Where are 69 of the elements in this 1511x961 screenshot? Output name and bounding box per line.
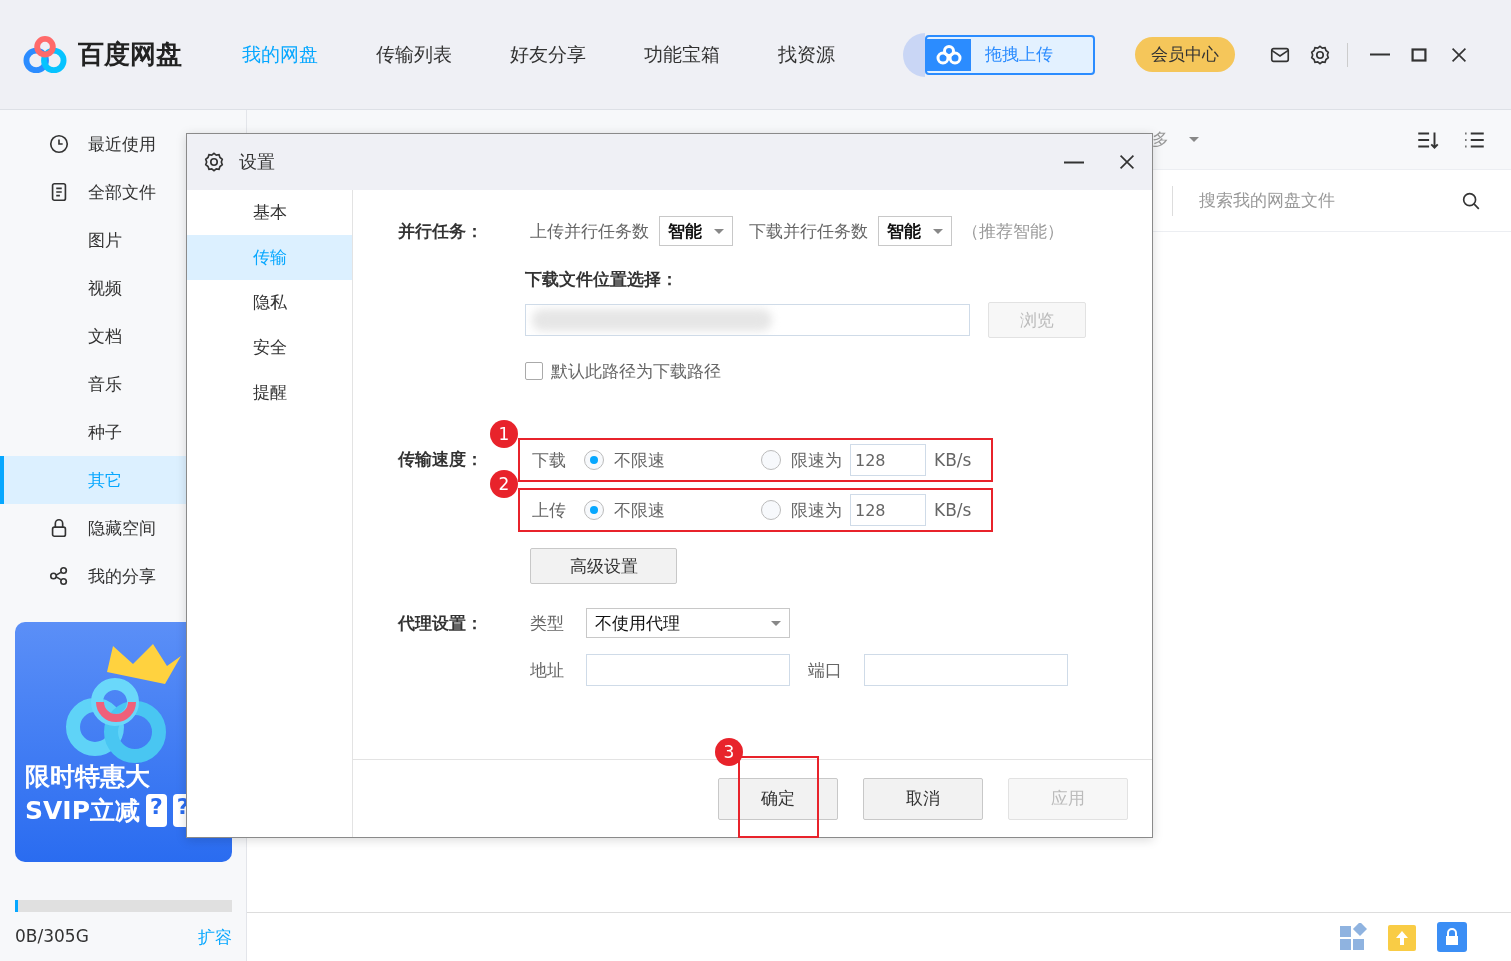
upload-folder-icon[interactable] — [1387, 922, 1417, 952]
speed-field[interactable]: 128 — [850, 494, 926, 526]
dropdown[interactable]: 智能 — [878, 216, 952, 246]
unit-text: KB/s — [934, 500, 972, 520]
apps-icon[interactable] — [1339, 923, 1367, 951]
sidebar-item[interactable]: 我的分享 — [0, 552, 246, 600]
cloud-icon — [935, 43, 963, 66]
step-badge: 1 — [490, 420, 518, 448]
search-placeholder: 搜索我的网盘文件 — [1199, 189, 1335, 212]
step-badge: 2 — [490, 470, 518, 498]
storage-usage: 0B/305G — [15, 926, 89, 948]
settings-nav-item[interactable]: 提醒 — [187, 370, 352, 415]
nav-tab[interactable]: 找资源 — [778, 0, 835, 113]
nav-tab[interactable]: 好友分享 — [510, 0, 586, 113]
lock-icon[interactable] — [1437, 922, 1467, 952]
settings-nav-item[interactable]: 基本 — [187, 190, 352, 235]
settings-icon — [1309, 43, 1331, 66]
radio-button[interactable] — [584, 500, 604, 520]
app-name: 百度网盘 — [78, 38, 182, 71]
field-label: 上传 — [532, 498, 566, 522]
advanced-settings-button[interactable]: 高级设置 — [530, 548, 677, 584]
nav-tab[interactable]: 传输列表 — [376, 0, 452, 113]
field-label: 下载 — [532, 448, 566, 472]
dropdown[interactable]: 智能 — [659, 216, 733, 246]
dialog-button[interactable]: 取消 — [863, 777, 983, 820]
radio-button[interactable] — [761, 450, 781, 470]
settings-icon — [203, 151, 225, 173]
field-label: 下载并行任务数 — [749, 219, 868, 243]
field-label: 端口 — [808, 658, 843, 682]
address-field[interactable] — [586, 654, 790, 686]
promo-badge: ? — [146, 794, 167, 827]
nav-tab[interactable]: 功能宝箱 — [644, 0, 720, 113]
radio-button[interactable] — [761, 500, 781, 520]
cloud-logo-icon — [22, 34, 68, 75]
step-badge: 3 — [715, 738, 743, 766]
settings-button[interactable] — [1309, 43, 1331, 66]
vip-center-button[interactable]: 会员中心 — [1135, 37, 1235, 72]
unit-text: KB/s — [934, 450, 972, 470]
dialog-button[interactable]: 确定 — [718, 777, 838, 820]
promo-text: SVIP立减 — [25, 795, 140, 827]
field-label: 上传并行任务数 — [530, 219, 649, 243]
port-field[interactable] — [864, 654, 1068, 686]
share-icon — [48, 565, 70, 587]
checkbox[interactable] — [525, 362, 543, 380]
settings-nav-item[interactable]: 隐私 — [187, 280, 352, 325]
promo-text: 限时特惠大 — [25, 761, 150, 793]
speed-field[interactable]: 128 — [850, 444, 926, 476]
sidebar-item[interactable]: 隐藏空间 — [0, 504, 246, 552]
field-label: 地址 — [530, 658, 565, 682]
radio-label: 限速为 — [791, 498, 842, 522]
hint-text: （推荐智能） — [962, 219, 1064, 243]
minimize-icon — [1064, 160, 1084, 164]
radio-label: 限速为 — [791, 448, 842, 472]
radio-button[interactable] — [584, 450, 604, 470]
clock-icon — [48, 133, 70, 155]
dialog-title: 设置 — [239, 150, 275, 174]
section-label: 代理设置： — [398, 611, 484, 635]
section-label: 传输速度： — [398, 448, 484, 471]
radio-label: 不限速 — [614, 448, 665, 472]
minimize-icon — [1370, 53, 1390, 56]
settings-nav-item[interactable]: 安全 — [187, 325, 352, 370]
caret-icon[interactable] — [1189, 137, 1199, 142]
field-label: 类型 — [530, 611, 565, 635]
dropdown[interactable]: 不使用代理 — [586, 608, 790, 638]
checkbox-label: 默认此路径为下载路径 — [551, 359, 721, 383]
field-label: 下载文件位置选择： — [525, 267, 678, 291]
path-field[interactable] — [525, 304, 970, 336]
section-label: 并行任务： — [398, 219, 484, 243]
radio-label: 不限速 — [614, 498, 665, 522]
